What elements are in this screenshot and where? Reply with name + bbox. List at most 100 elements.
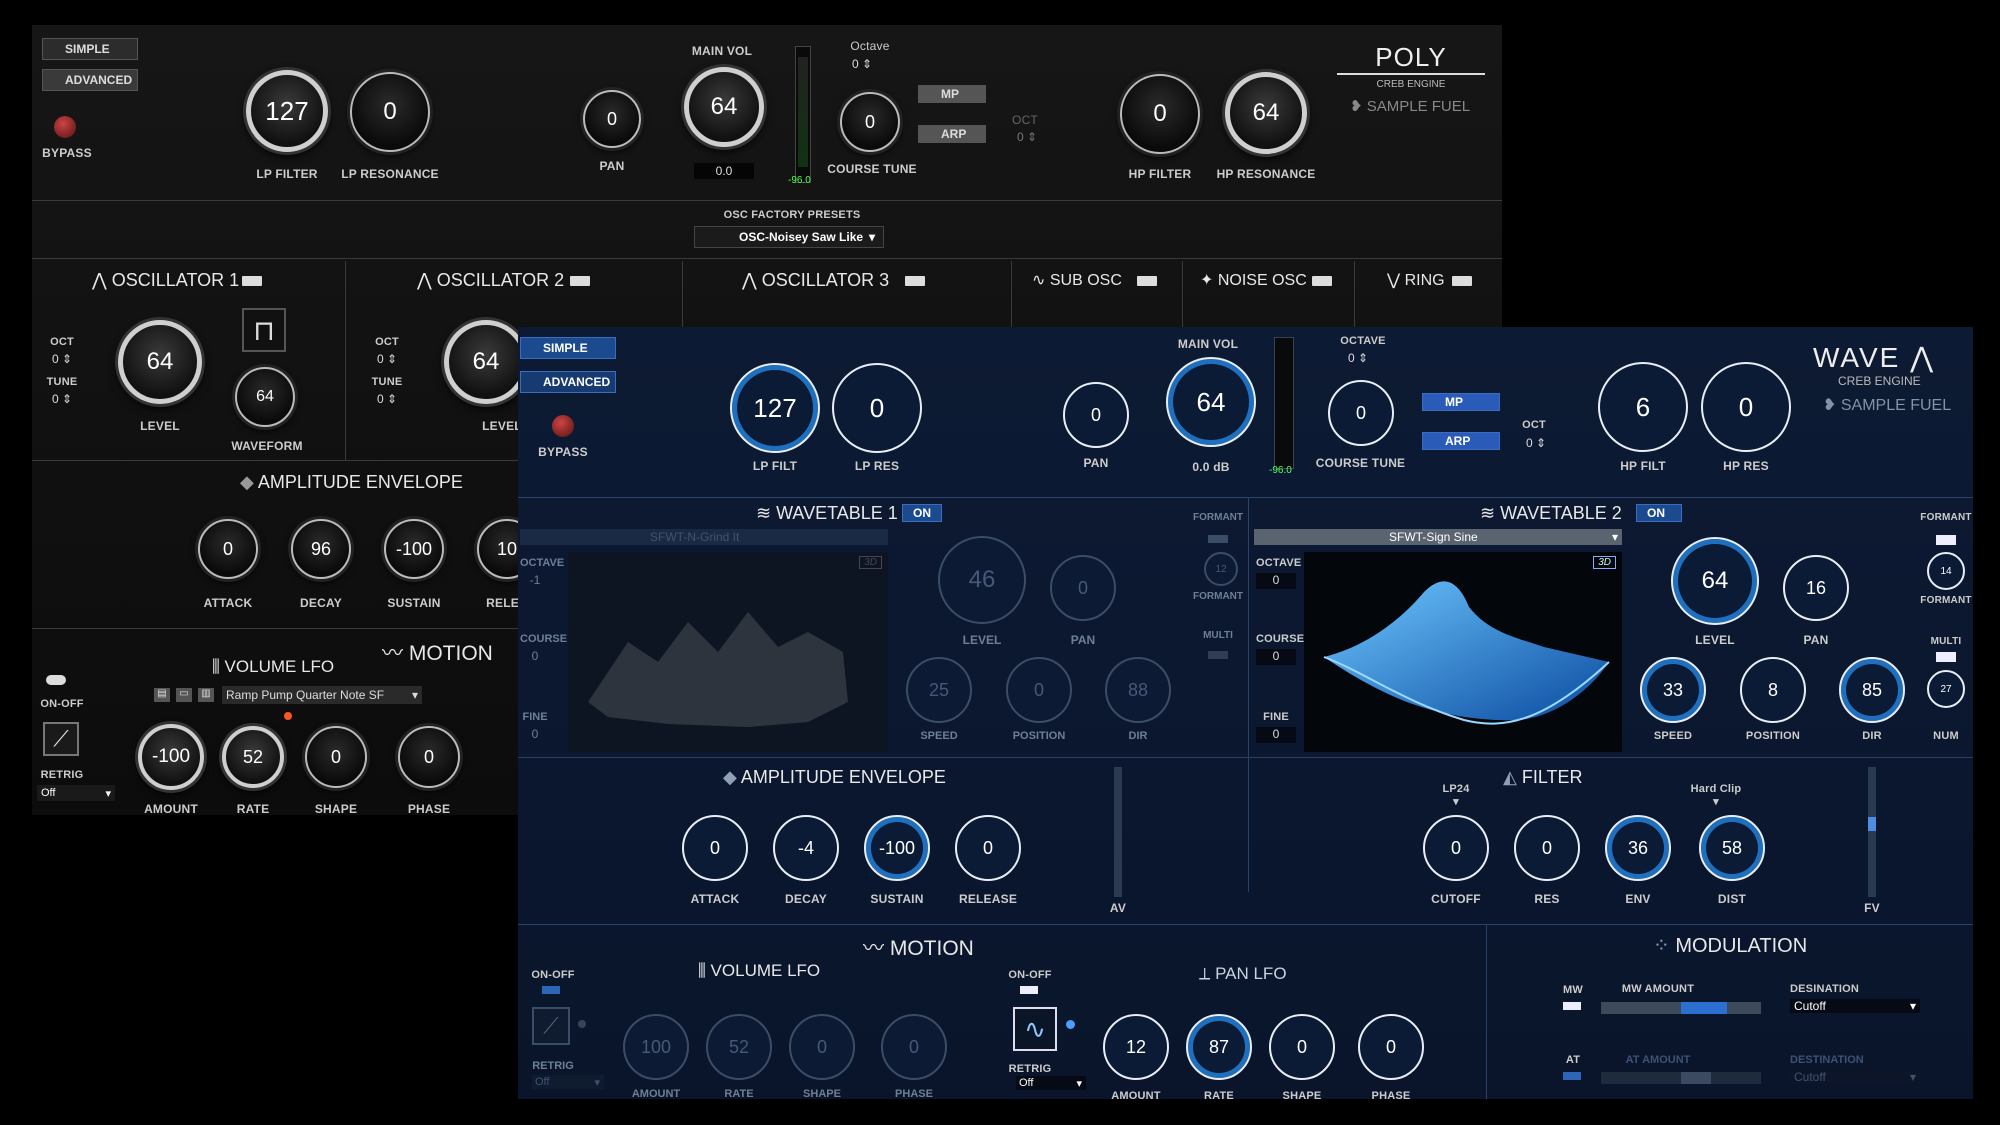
wt2-dir-knob[interactable]: 85: [1839, 657, 1905, 723]
osc2-tune-spinner[interactable]: 0 ⇕: [377, 392, 397, 406]
advanced-button[interactable]: ADVANCED: [42, 69, 138, 91]
pan-lfo-shape-knob[interactable]: 0: [1269, 1014, 1335, 1080]
osc1-toggle[interactable]: [242, 276, 262, 286]
mp-button[interactable]: MP: [918, 85, 986, 103]
lfo-rate-knob[interactable]: 52: [222, 726, 284, 788]
wt1-on-button[interactable]: ON: [902, 504, 942, 522]
lfo-preset-dropdown[interactable]: Ramp Pump Quarter Note SF ▾: [222, 686, 422, 704]
advanced-button[interactable]: ADVANCED: [520, 371, 616, 393]
mw-amount-slider[interactable]: [1601, 1002, 1761, 1014]
trash-icon[interactable]: ▥: [198, 688, 214, 702]
wt2-num-knob[interactable]: 27: [1927, 670, 1965, 708]
mp-button[interactable]: MP: [1422, 393, 1500, 411]
oct-spinner[interactable]: 0 ⇕: [1017, 130, 1037, 144]
sustain-knob[interactable]: -100: [864, 815, 930, 881]
ring-toggle[interactable]: [1452, 276, 1472, 286]
pan-lfo-retrig-dropdown[interactable]: Off ▾: [1016, 1076, 1086, 1090]
arp-button[interactable]: ARP: [918, 125, 986, 143]
main-vol-knob[interactable]: 64: [1166, 357, 1256, 447]
arp-button[interactable]: ARP: [1422, 432, 1500, 450]
wt1-preset-dropdown[interactable]: SFWT-N-Grind It: [520, 529, 888, 545]
filter-type-dropdown[interactable]: LP24 ▾: [1436, 783, 1476, 808]
wt1-pan-knob[interactable]: 0: [1050, 555, 1116, 621]
ramp-wave-icon[interactable]: ⟋: [532, 1007, 570, 1045]
pan-lfo-amount-knob[interactable]: 12: [1103, 1014, 1169, 1080]
lp-res-knob[interactable]: 0: [832, 363, 922, 453]
course-tune-knob[interactable]: 0: [840, 92, 900, 152]
simple-button[interactable]: SIMPLE: [520, 337, 616, 359]
osc1-level-knob[interactable]: 64: [118, 320, 202, 404]
attack-knob[interactable]: 0: [682, 815, 748, 881]
ramp-wave-icon[interactable]: ⟋: [43, 722, 79, 756]
osc3-toggle[interactable]: [905, 276, 925, 286]
wt2-preset-dropdown[interactable]: SFWT-Sign Sine ▾: [1254, 529, 1622, 545]
wt2-3d-badge[interactable]: 3D: [1593, 556, 1616, 569]
lfo-phase-knob[interactable]: 0: [398, 726, 460, 788]
pan-lfo-onoff-toggle[interactable]: [1020, 986, 1038, 994]
oct-spinner[interactable]: 0 ⇕: [1526, 436, 1546, 450]
wt1-display[interactable]: 3D: [568, 552, 888, 752]
wt1-level-knob[interactable]: 46: [938, 536, 1026, 624]
hp-res-knob[interactable]: 0: [1701, 362, 1791, 452]
noise-osc-toggle[interactable]: [1312, 276, 1332, 286]
wt2-position-knob[interactable]: 8: [1740, 657, 1806, 723]
res-knob[interactable]: 0: [1514, 815, 1580, 881]
wt2-multi-toggle[interactable]: [1936, 652, 1956, 662]
lp-filter-knob[interactable]: 127: [246, 70, 328, 152]
wt2-level-knob[interactable]: 64: [1671, 537, 1759, 625]
mw-toggle[interactable]: [1563, 1002, 1581, 1010]
retrig-dropdown[interactable]: Off ▾: [37, 785, 115, 801]
wt2-on-button[interactable]: ON: [1636, 504, 1682, 522]
wt1-formant-toggle[interactable]: [1208, 535, 1228, 543]
osc2-level-knob[interactable]: 64: [444, 320, 528, 404]
lp-filt-knob[interactable]: 127: [730, 363, 820, 453]
vol-lfo-rate-knob[interactable]: 52: [706, 1014, 772, 1080]
simple-button[interactable]: SIMPLE: [42, 38, 138, 60]
osc-presets-dropdown[interactable]: OSC-Noisey Saw Like ▾: [694, 226, 884, 248]
onoff-toggle[interactable]: [46, 675, 66, 685]
wt2-formant-knob[interactable]: 14: [1927, 552, 1965, 590]
release-knob[interactable]: 0: [955, 815, 1021, 881]
fv-slider[interactable]: [1868, 767, 1876, 897]
fv-slider-thumb[interactable]: [1868, 817, 1876, 831]
pan-lfo-phase-knob[interactable]: 0: [1358, 1014, 1424, 1080]
vol-lfo-shape-knob[interactable]: 0: [789, 1014, 855, 1080]
clip-type-dropdown[interactable]: Hard Clip ▾: [1686, 783, 1746, 808]
wt2-octave-value[interactable]: 0: [1256, 573, 1296, 589]
vol-lfo-amount-knob[interactable]: 100: [623, 1014, 689, 1080]
bypass-button[interactable]: [552, 415, 574, 437]
mw-destination-dropdown[interactable]: Cutoff ▾: [1790, 999, 1920, 1013]
main-vol-knob[interactable]: 64: [684, 67, 764, 147]
attack-knob[interactable]: 0: [198, 519, 258, 579]
sub-osc-toggle[interactable]: [1137, 276, 1157, 286]
vol-lfo-phase-knob[interactable]: 0: [881, 1014, 947, 1080]
course-tune-knob[interactable]: 0: [1328, 380, 1394, 446]
octave-spinner[interactable]: 0 ⇕: [1348, 351, 1368, 365]
av-slider[interactable]: [1114, 767, 1122, 897]
lp-resonance-knob[interactable]: 0: [350, 72, 430, 152]
bypass-button[interactable]: [54, 116, 76, 138]
sustain-knob[interactable]: -100: [384, 519, 444, 579]
hp-filt-knob[interactable]: 6: [1598, 362, 1688, 452]
wt1-formant-knob[interactable]: 12: [1204, 552, 1238, 586]
pan-lfo-rate-knob[interactable]: 87: [1186, 1014, 1252, 1080]
hp-resonance-knob[interactable]: 64: [1225, 72, 1307, 154]
wt1-multi-toggle[interactable]: [1208, 651, 1228, 659]
dist-knob[interactable]: 58: [1699, 815, 1765, 881]
sine-wave-icon[interactable]: ∿: [1013, 1007, 1057, 1051]
wt2-formant-toggle[interactable]: [1936, 535, 1956, 545]
env-knob[interactable]: 36: [1605, 815, 1671, 881]
wt2-fine-value[interactable]: 0: [1256, 727, 1296, 743]
at-destination-dropdown[interactable]: Cutoff ▾: [1790, 1070, 1920, 1084]
wt1-dir-knob[interactable]: 88: [1105, 657, 1171, 723]
lfo-amount-knob[interactable]: -100: [138, 724, 204, 790]
wt2-display[interactable]: 3D: [1304, 552, 1622, 752]
wt1-3d-badge[interactable]: 3D: [859, 556, 882, 569]
osc1-tune-spinner[interactable]: 0 ⇕: [52, 392, 72, 406]
wt2-course-value[interactable]: 0: [1256, 649, 1296, 665]
decay-knob[interactable]: -4: [773, 815, 839, 881]
wt1-octave-value[interactable]: -1: [520, 573, 550, 587]
save-icon[interactable]: ▤: [154, 688, 170, 702]
pan-knob[interactable]: 0: [583, 90, 641, 148]
square-wave-icon[interactable]: ⊓: [242, 308, 286, 352]
